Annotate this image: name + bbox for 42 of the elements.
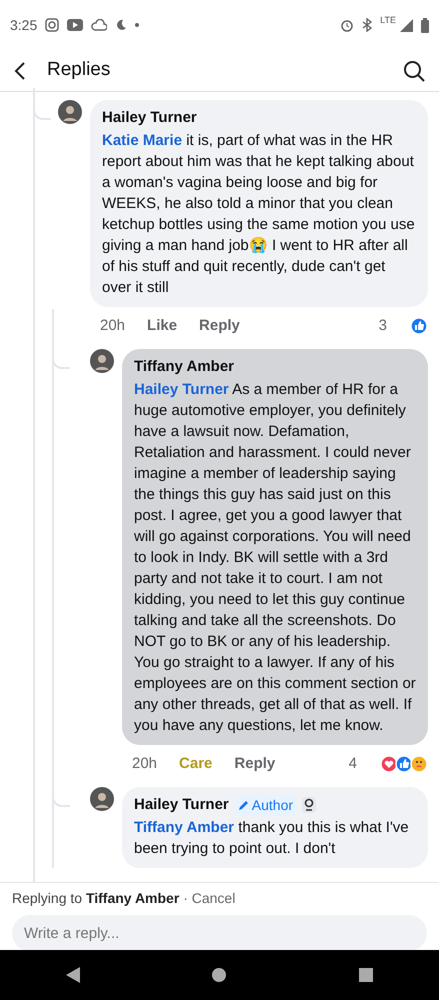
comment-text: Katie Marie it is, part of what was in the HR report about him was that he kept talking about a woman's vagina being loose and big for WEEKS, he also told a minor that you clean ketchup bottles using the same motion you use giving a man hand job😭 I went to HR after all of his stuff and quit recently, dude can't get over it still (102, 130, 416, 298)
comment-text: Tiffany Amber thank you this is what I've been trying to point out. I don't (134, 818, 410, 858)
recents-nav-icon[interactable] (358, 967, 374, 983)
avatar[interactable] (90, 787, 114, 811)
avatar[interactable] (90, 349, 114, 373)
comment-author[interactable]: Hailey Turner (134, 794, 229, 816)
comment-author[interactable]: Tiffany Amber (134, 356, 234, 378)
instagram-icon (45, 18, 60, 32)
home-nav-icon[interactable] (211, 967, 228, 983)
author-badge: Author (234, 794, 296, 816)
reply-input[interactable]: Write a reply... (12, 915, 427, 951)
comment-bubble[interactable]: Hailey Turner Author Tiffany Amber thank you this is what I've been trying to point out. I don't (122, 787, 428, 868)
replying-to-text: Replying to Tiffany Amber · Cancel (12, 889, 236, 908)
moon-icon (115, 19, 128, 31)
battery-icon (421, 18, 429, 32)
signal-icon (400, 18, 413, 32)
reply-button[interactable]: Reply (199, 314, 240, 337)
reaction-count: 3 (378, 316, 387, 336)
mention-link[interactable]: Tiffany Amber (134, 818, 234, 836)
status-time: 3:25 (10, 16, 38, 34)
youtube-icon (67, 19, 84, 31)
comment-time: 20h (100, 316, 126, 336)
comment-author[interactable]: Hailey Turner (102, 107, 197, 130)
reaction-count: 4 (348, 754, 357, 774)
cancel-link[interactable]: · Cancel (183, 890, 236, 906)
back-nav-icon[interactable] (65, 966, 82, 984)
comment-text: Hailey Turner As a member of HR for a huge automotive employer, you definitely have a lawsuit now. Defamation, Retaliation and harassment. I could never imagine a member of leadership saying the things this guy has said just on this post. I agree, get you a good lawyer that will go against corporations. You will need to look in Indy. BK will settle with a 3rd party and not take it to court. I am not kidding, you need to let this guy continue talking and take all the screenshots. Do NOT go to BK or any of his leadership. You go straight to a lawyer. If any of his employees are on this comment section or any other threads, get all of that as well. If you have any questions, let me know. (134, 380, 416, 736)
ribbon-icon (302, 797, 316, 814)
search-icon[interactable] (403, 60, 425, 82)
mention-link[interactable]: Hailey Turner (134, 380, 229, 398)
alarm-icon (340, 18, 354, 32)
bluetooth-icon (362, 18, 372, 32)
page-title: Replies (47, 58, 112, 82)
dot-icon (135, 23, 140, 27)
comment-bubble[interactable] (122, 349, 428, 744)
reply-button[interactable]: Reply (234, 752, 276, 775)
avatar[interactable] (58, 100, 82, 124)
cloud-icon (91, 19, 108, 31)
mention-link[interactable]: Katie Marie (102, 132, 182, 148)
react-button[interactable]: Like (147, 314, 178, 337)
network-type: LTE (380, 14, 396, 27)
comment-time: 20h (132, 754, 158, 774)
